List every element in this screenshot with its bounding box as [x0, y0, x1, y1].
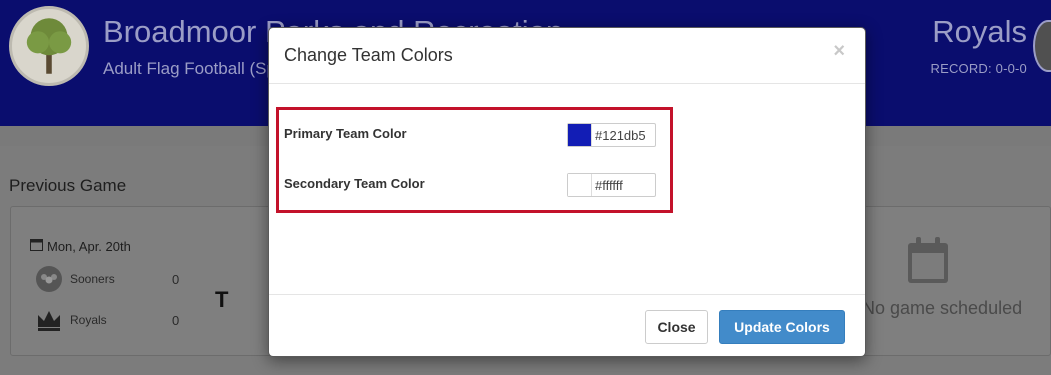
change-team-colors-modal: Change Team Colors × Primary Team Color … [268, 27, 866, 357]
tree-icon [26, 18, 72, 74]
crown-icon [34, 307, 64, 333]
update-colors-button[interactable]: Update Colors [719, 310, 845, 344]
modal-footer: Close Update Colors [269, 294, 865, 357]
secondary-color-swatch[interactable] [568, 174, 592, 196]
primary-color-value[interactable]: #121db5 [592, 128, 646, 143]
close-button[interactable]: Close [645, 310, 708, 344]
close-icon[interactable]: × [833, 40, 845, 63]
previous-game-title: Previous Game [9, 176, 127, 195]
primary-color-input[interactable]: #121db5 [567, 123, 656, 147]
game-date: Mon, Apr. 20th [30, 238, 131, 254]
home-team-score: 0 [172, 271, 180, 287]
secondary-color-label: Secondary Team Color [284, 176, 425, 191]
secondary-color-value[interactable]: #ffffff [592, 178, 623, 193]
primary-color-label: Primary Team Color [284, 126, 407, 141]
team-record: RECORD: 0-0-0 [930, 61, 1027, 76]
game-date-text: Mon, Apr. 20th [47, 238, 131, 254]
away-team-name: Royals [70, 313, 107, 327]
secondary-color-input[interactable]: #ffffff [567, 173, 656, 197]
modal-body: Primary Team Color #121db5 Secondary Tea… [269, 84, 865, 293]
calendar-icon [906, 237, 950, 290]
away-team-row: Royals 0 [34, 307, 179, 333]
game-result: T [215, 287, 229, 312]
calendar-icon [30, 238, 43, 254]
away-team-score: 0 [172, 312, 180, 328]
primary-color-swatch[interactable] [568, 124, 592, 146]
modal-title: Change Team Colors [284, 45, 453, 65]
modal-header: Change Team Colors × [269, 28, 865, 84]
team-name: Royals [932, 14, 1027, 49]
home-team-row: Sooners 0 [34, 266, 179, 292]
organization-logo [9, 6, 89, 86]
no-game-scheduled: No game scheduled [862, 298, 1023, 318]
home-team-name: Sooners [70, 272, 115, 286]
team-group-icon [34, 266, 64, 292]
